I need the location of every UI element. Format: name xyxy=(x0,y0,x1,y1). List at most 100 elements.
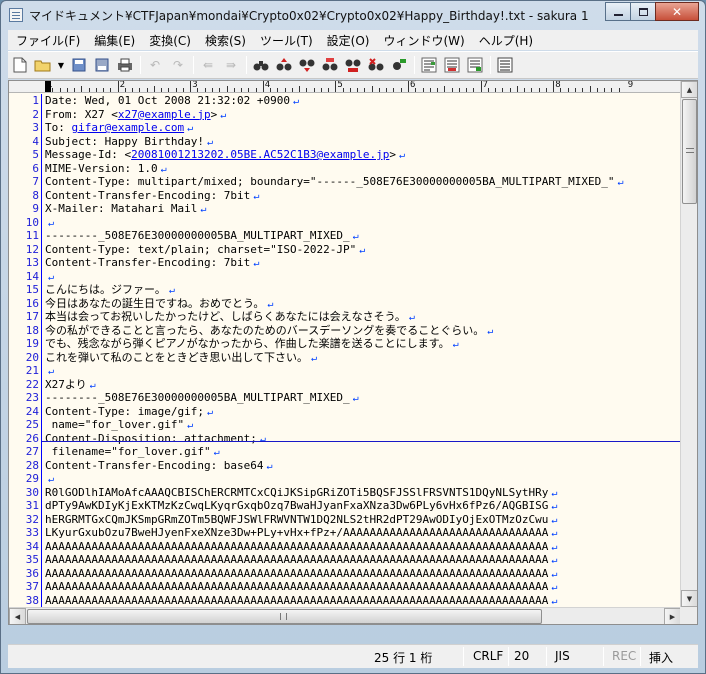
text-line[interactable]: 10 ↵ xyxy=(9,216,681,230)
text-line[interactable]: 24 Content-Type: image/gif; ↵ xyxy=(9,405,681,419)
minimize-button[interactable] xyxy=(605,2,631,21)
text-line[interactable]: 18 今の私ができることと言ったら、あなたのためのバースデーソングを奏でることぐら… xyxy=(9,324,681,338)
back-button[interactable]: ⇚ xyxy=(198,55,218,75)
menu-search[interactable]: 検索(S) xyxy=(197,32,252,49)
find-down-button[interactable] xyxy=(297,55,317,75)
open-file-button[interactable] xyxy=(33,55,53,75)
text-line[interactable]: 11 --------_508E76E30000000005BA_MULTIPAR… xyxy=(9,229,681,243)
text-line[interactable]: 7 Content-Type: multipart/mixed; boundary… xyxy=(9,175,681,189)
menu-tools[interactable]: ツール(T) xyxy=(252,32,319,49)
caption-buttons: ✕ xyxy=(605,2,699,21)
find-up-button[interactable] xyxy=(274,55,294,75)
line-number: 4 xyxy=(32,134,39,148)
text-line[interactable]: 35 AAAAAAAAAAAAAAAAAAAAAAAAAAAAAAAAAAAAAA… xyxy=(9,553,681,567)
text-line[interactable]: 22 X27より ↵ xyxy=(9,378,681,392)
title-bar[interactable]: マイドキュメント¥CTFJapan¥mondai¥Crypto0x02¥Cryp… xyxy=(1,1,705,29)
email-link[interactable]: x27@example.jp xyxy=(118,108,211,121)
text-line[interactable]: 21 ↵ xyxy=(9,364,681,378)
tag-jump-icon xyxy=(467,57,483,73)
text-line[interactable]: 19 でも、残念ながら弾くピアノがなかったから、作曲した楽譜を送ることにします。 ↵ xyxy=(9,337,681,351)
text-line[interactable]: 15 こんにちは。ジファー。 ↵ xyxy=(9,283,681,297)
tag-jump-button[interactable] xyxy=(465,55,485,75)
grep-icon xyxy=(345,59,361,72)
horizontal-scrollbar[interactable]: ◀ ▶ xyxy=(9,607,681,624)
toolbar-separator xyxy=(140,56,141,74)
vertical-scrollbar[interactable]: ▲ ▼ xyxy=(680,81,697,607)
text-line[interactable]: 4 Subject: Happy Birthday! ↵ xyxy=(9,135,681,149)
text-area[interactable]: 1 Date: Wed, 01 Oct 2008 21:32:02 +0900 ↵ 2… xyxy=(9,94,681,624)
line-text: 本当は会ってお祝いしたかったけど、しばらくあなたには会えなさそう。 ↵ xyxy=(45,310,415,325)
text-line[interactable]: 23 --------_508E76E30000000005BA_MULTIPAR… xyxy=(9,391,681,405)
line-number: 12 xyxy=(25,242,39,256)
insert-mode[interactable]: 挿入 xyxy=(649,649,673,665)
open-dropdown-button[interactable]: ▼ xyxy=(56,55,66,75)
text-line[interactable]: 14 ↵ xyxy=(9,270,681,284)
text-line[interactable]: 9 X-Mailer: Matahari Mail ↵ xyxy=(9,202,681,216)
text-line[interactable]: 34 AAAAAAAAAAAAAAAAAAAAAAAAAAAAAAAAAAAAAA… xyxy=(9,540,681,554)
scroll-down-button[interactable]: ▼ xyxy=(681,590,697,607)
scroll-left-button[interactable]: ◀ xyxy=(9,608,26,624)
text-line[interactable]: 33 LKyurGxubOzu7BweHJyenFxeXNze3Dw+PLy+vH… xyxy=(9,526,681,540)
toolbar-separator xyxy=(193,56,194,74)
save-button[interactable] xyxy=(69,55,89,75)
text-line[interactable]: 36 AAAAAAAAAAAAAAAAAAAAAAAAAAAAAAAAAAAAAA… xyxy=(9,567,681,581)
vertical-scroll-thumb[interactable] xyxy=(682,99,697,204)
list-button[interactable] xyxy=(495,55,515,75)
text-line[interactable]: 12 Content-Type: text/plain; charset="ISO… xyxy=(9,243,681,257)
find-button[interactable] xyxy=(251,55,271,75)
text-line[interactable]: 25 name="for_lover.gif" ↵ xyxy=(9,418,681,432)
text-line[interactable]: 13 Content-Transfer-Encoding: 7bit ↵ xyxy=(9,256,681,270)
line-text: Message-Id: <20081001213202.05BE.AC52C1B… xyxy=(45,148,405,163)
text-line[interactable]: 20 これを弾いて私のことをときどき思い出して下さい。 ↵ xyxy=(9,351,681,365)
menu-edit[interactable]: 編集(E) xyxy=(86,32,141,49)
menu-convert[interactable]: 変換(C) xyxy=(141,32,197,49)
menu-file[interactable]: ファイル(F) xyxy=(8,32,86,49)
app-icon[interactable] xyxy=(9,8,23,22)
close-button[interactable]: ✕ xyxy=(655,2,699,21)
scroll-up-button[interactable]: ▲ xyxy=(681,81,697,98)
email-link[interactable]: gifar@example.com xyxy=(72,121,185,134)
text-line[interactable]: 37 AAAAAAAAAAAAAAAAAAAAAAAAAAAAAAAAAAAAAA… xyxy=(9,580,681,594)
compare-button[interactable] xyxy=(442,55,462,75)
text-line[interactable]: 6 MIME-Version: 1.0 ↵ xyxy=(9,162,681,176)
new-file-button[interactable] xyxy=(10,55,30,75)
horizontal-scroll-thumb[interactable] xyxy=(27,609,542,624)
email-link[interactable]: 20081001213202.05BE.AC52C1B3@example.jp xyxy=(131,148,389,161)
grep-button[interactable] xyxy=(343,55,363,75)
print-button[interactable] xyxy=(115,55,135,75)
line-ending[interactable]: CRLF xyxy=(473,649,503,665)
scroll-right-button[interactable]: ▶ xyxy=(664,608,681,624)
forward-button[interactable]: ⇛ xyxy=(221,55,241,75)
undo-button[interactable]: ↶ xyxy=(145,55,165,75)
line-end-icon: ↵ xyxy=(551,501,558,512)
text-line[interactable]: 32 hERGRMTGxCQmJKSmpGRmZOTm5BQWFJSWlFRWVN… xyxy=(9,513,681,527)
mark-button[interactable] xyxy=(366,55,386,75)
text-line[interactable]: 29 ↵ xyxy=(9,472,681,486)
maximize-button[interactable] xyxy=(630,2,656,21)
text-line[interactable]: 28 Content-Transfer-Encoding: base64 ↵ xyxy=(9,459,681,473)
bookmark-button[interactable] xyxy=(389,55,409,75)
text-line[interactable]: 16 今日はあなたの誕生日ですね。おめでとう。 ↵ xyxy=(9,297,681,311)
text-line[interactable]: 8 Content-Transfer-Encoding: 7bit ↵ xyxy=(9,189,681,203)
replace-button[interactable] xyxy=(320,55,340,75)
outline-button[interactable] xyxy=(419,55,439,75)
menu-help[interactable]: ヘルプ(H) xyxy=(471,32,539,49)
menu-window[interactable]: ウィンドウ(W) xyxy=(375,32,470,49)
text-line[interactable]: 27 filename="for_lover.gif" ↵ xyxy=(9,445,681,459)
save-as-button[interactable] xyxy=(92,55,112,75)
text-line[interactable]: 30 R0lGODlhIAMoAfcAAAQCBISChERCRMTCxCQiJK… xyxy=(9,486,681,500)
text-line[interactable]: 5 Message-Id: <20081001213202.05BE.AC52C1… xyxy=(9,148,681,162)
text-editor[interactable]: 123456789 1Date: Wed, 01 Oct 2008 21:32:… xyxy=(8,80,698,625)
text-line[interactable]: 1 Date: Wed, 01 Oct 2008 21:32:02 +0900 ↵ xyxy=(9,94,681,108)
text-line[interactable]: 2 From: X27 <x27@example.jp> ↵ xyxy=(9,108,681,122)
redo-button[interactable]: ↷ xyxy=(168,55,188,75)
ruler-tick xyxy=(226,86,228,92)
menu-settings[interactable]: 設定(O) xyxy=(319,32,376,49)
text-line[interactable]: 17 本当は会ってお祝いしたかったけど、しばらくあなたには会えなさそう。 ↵ xyxy=(9,310,681,324)
text-line[interactable]: 31 dPTy9AwKDIyKjExKTMzKzCwqLKyqrGxqbOzq7B… xyxy=(9,499,681,513)
text-line[interactable]: 38 AAAAAAAAAAAAAAAAAAAAAAAAAAAAAAAAAAAAAA… xyxy=(9,594,681,608)
encoding[interactable]: JIS xyxy=(555,649,570,665)
dropdown-arrow-icon: ▼ xyxy=(57,60,65,70)
text-line[interactable]: 3 To: gifar@example.com ↵ xyxy=(9,121,681,135)
text-line[interactable]: 26 Content-Disposition: attachment; ↵ xyxy=(9,432,681,446)
